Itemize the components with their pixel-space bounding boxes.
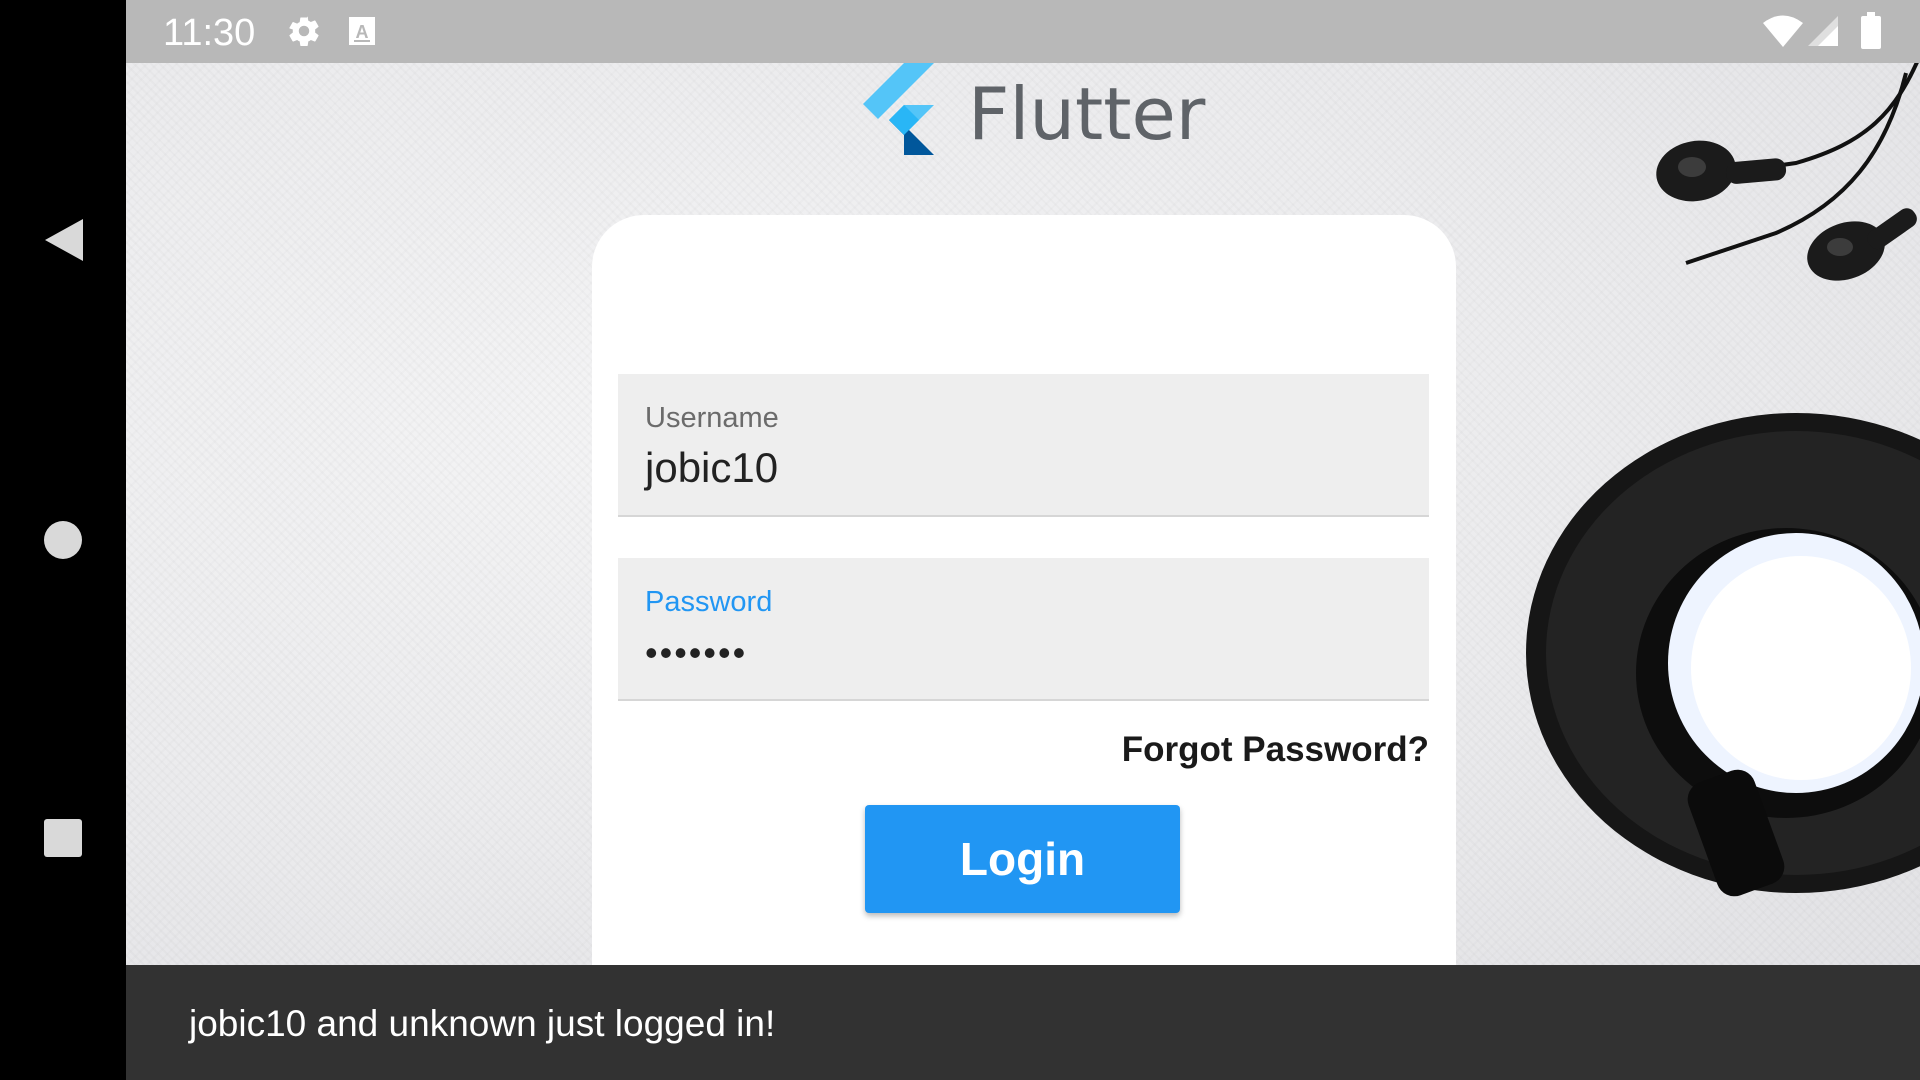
recents-icon: [44, 819, 82, 857]
flutter-logo: Flutter: [858, 63, 1205, 155]
back-icon: [45, 219, 83, 261]
forgot-password-link[interactable]: Forgot Password?: [1122, 730, 1429, 770]
home-button[interactable]: [23, 500, 103, 580]
username-value[interactable]: jobic10: [645, 444, 778, 492]
login-screen: Flutter Username jobic10 Password ••••••…: [126, 63, 1920, 965]
svg-text:A: A: [356, 22, 369, 42]
snackbar-message: jobic10 and unknown just logged in!: [189, 1003, 776, 1044]
status-bar: 11:30 A: [126, 0, 1920, 63]
battery-icon: [1861, 12, 1881, 49]
navigation-bar: [0, 0, 126, 1080]
signal-icon: [1808, 16, 1838, 46]
password-value[interactable]: •••••••: [645, 632, 747, 674]
settings-icon: [289, 16, 319, 47]
login-button[interactable]: Login: [865, 805, 1180, 913]
password-field[interactable]: Password •••••••: [618, 558, 1429, 701]
password-label: Password: [645, 586, 773, 618]
recents-button[interactable]: [23, 798, 103, 878]
wifi-icon: [1763, 15, 1803, 47]
flutter-logo-icon: [863, 63, 934, 155]
earphones-image: [1656, 63, 1919, 281]
status-time: 11:30: [163, 12, 256, 54]
keyboard-a-icon: A: [349, 17, 375, 45]
username-label: Username: [645, 402, 779, 434]
home-icon: [44, 521, 82, 559]
snackbar: jobic10 and unknown just logged in!: [126, 965, 1920, 1080]
back-button[interactable]: [23, 200, 103, 280]
login-card: Username jobic10 Password ••••••• Forgot…: [592, 215, 1456, 965]
username-field[interactable]: Username jobic10: [618, 374, 1429, 517]
flutter-logo-text: Flutter: [968, 72, 1206, 156]
coffee-cup-image: [1526, 413, 1920, 897]
